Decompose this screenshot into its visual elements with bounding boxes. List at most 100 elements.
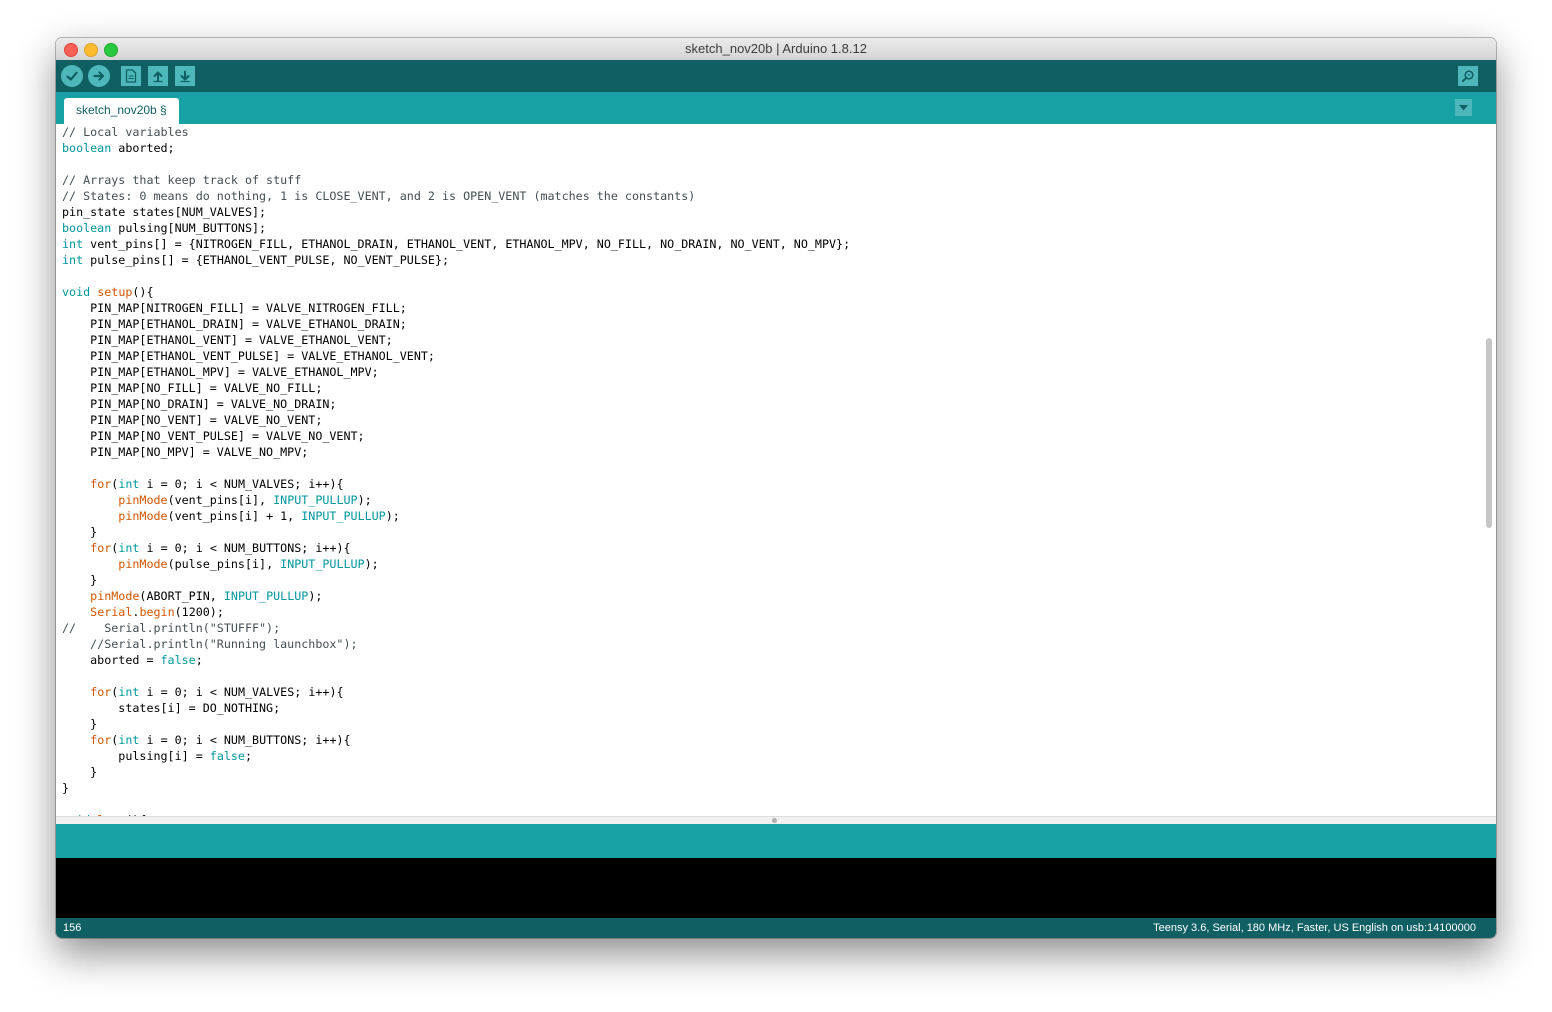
- code-line[interactable]: [62, 460, 850, 476]
- code-token: for: [90, 685, 112, 699]
- code-line[interactable]: boolean pulsing[NUM_BUTTONS];: [62, 220, 850, 236]
- code-line[interactable]: pinMode(pulse_pins[i], INPUT_PULLUP);: [62, 556, 850, 572]
- code-line[interactable]: PIN_MAP[NO_MPV] = VALVE_NO_MPV;: [62, 444, 850, 460]
- code-line[interactable]: pinMode(vent_pins[i] + 1, INPUT_PULLUP);: [62, 508, 850, 524]
- code-line[interactable]: PIN_MAP[ETHANOL_MPV] = VALVE_ETHANOL_MPV…: [62, 364, 850, 380]
- code-line[interactable]: PIN_MAP[NITROGEN_FILL] = VALVE_NITROGEN_…: [62, 300, 850, 316]
- code-editor[interactable]: // Local variables boolean aborted; // Ar…: [56, 124, 1496, 816]
- code-token: pulsing[i] =: [62, 749, 210, 763]
- code-line[interactable]: int pulse_pins[] = {ETHANOL_VENT_PULSE, …: [62, 252, 850, 268]
- serial-monitor-button[interactable]: [1458, 66, 1478, 86]
- code-token: boolean: [62, 141, 112, 155]
- code-line[interactable]: PIN_MAP[ETHANOL_VENT_PULSE] = VALVE_ETHA…: [62, 348, 850, 364]
- code-token: false: [160, 653, 196, 667]
- code-token: PIN_MAP[NO_MPV] = VALVE_NO_MPV;: [62, 445, 309, 459]
- code-line[interactable]: // Arrays that keep track of stuff: [62, 172, 850, 188]
- code-token: );: [385, 509, 400, 523]
- code-line[interactable]: PIN_MAP[NO_VENT] = VALVE_NO_VENT;: [62, 412, 850, 428]
- code-line[interactable]: PIN_MAP[ETHANOL_VENT] = VALVE_ETHANOL_VE…: [62, 332, 850, 348]
- code-token: PIN_MAP[ETHANOL_MPV] = VALVE_ETHANOL_MPV…: [62, 365, 379, 379]
- code-line[interactable]: aborted = false;: [62, 652, 850, 668]
- code-token: for: [90, 477, 112, 491]
- code-line[interactable]: [62, 668, 850, 684]
- code-token: // Arrays that keep track of stuff: [62, 173, 302, 187]
- code-line[interactable]: }: [62, 524, 850, 540]
- line-number: 156: [63, 922, 82, 934]
- code-token: (){: [132, 285, 154, 299]
- code-line[interactable]: PIN_MAP[ETHANOL_DRAIN] = VALVE_ETHANOL_D…: [62, 316, 850, 332]
- code-token: }: [62, 781, 70, 795]
- code-token: ;: [244, 749, 253, 763]
- open-sketch-button[interactable]: [148, 66, 168, 86]
- code-token: i = 0; i < NUM_VALVES; i++){: [139, 685, 344, 699]
- code-line[interactable]: // Serial.println("STUFFF");: [62, 620, 850, 636]
- title-bar: sketch_nov20b | Arduino 1.8.12: [56, 38, 1496, 61]
- code-line[interactable]: //Serial.println("Running launchbox");: [62, 636, 850, 652]
- tab-menu-button[interactable]: [1455, 99, 1472, 116]
- code-token: boolean: [62, 221, 112, 235]
- code-line[interactable]: [62, 796, 850, 812]
- code-token: // Serial.println("STUFFF");: [62, 621, 281, 635]
- code-token: false: [209, 749, 245, 763]
- code-token: INPUT_PULLUP: [301, 509, 386, 523]
- code-token: setup: [97, 285, 133, 299]
- upload-button[interactable]: [88, 65, 110, 87]
- code-token: PIN_MAP[NO_FILL] = VALVE_NO_FILL;: [62, 381, 323, 395]
- code-line[interactable]: pulsing[i] = false;: [62, 748, 850, 764]
- code-token: pulsing[NUM_BUTTONS];: [111, 221, 267, 235]
- code-line[interactable]: }: [62, 780, 850, 796]
- code-line[interactable]: for(int i = 0; i < NUM_VALVES; i++){: [62, 684, 850, 700]
- code-line[interactable]: pin_state states[NUM_VALVES];: [62, 204, 850, 220]
- code-token: pinMode: [118, 493, 168, 507]
- save-sketch-button[interactable]: [175, 66, 195, 86]
- code-line[interactable]: for(int i = 0; i < NUM_VALVES; i++){: [62, 476, 850, 492]
- arrow-up-icon: [153, 71, 163, 83]
- code-line[interactable]: Serial.begin(1200);: [62, 604, 850, 620]
- code-line[interactable]: states[i] = DO_NOTHING;: [62, 700, 850, 716]
- code-line[interactable]: }: [62, 764, 850, 780]
- vertical-scrollbar[interactable]: [1486, 338, 1492, 528]
- verify-button[interactable]: [61, 65, 83, 87]
- code-token: //Serial.println("Running launchbox");: [62, 637, 358, 651]
- tab-bar: sketch_nov20b §: [56, 92, 1496, 124]
- code-token: int: [118, 541, 140, 555]
- code-line[interactable]: [62, 156, 850, 172]
- bottom-status-bar: 156 Teensy 3.6, Serial, 180 MHz, Faster,…: [56, 918, 1496, 938]
- toolbar: [56, 60, 1496, 92]
- code-line[interactable]: int vent_pins[] = {NITROGEN_FILL, ETHANO…: [62, 236, 850, 252]
- code-token: pulse_pins[] = {ETHANOL_VENT_PULSE, NO_V…: [83, 253, 450, 267]
- code-line[interactable]: [62, 268, 850, 284]
- code-line[interactable]: PIN_MAP[NO_DRAIN] = VALVE_NO_DRAIN;: [62, 396, 850, 412]
- code-token: }: [62, 573, 98, 587]
- code-token: }: [62, 765, 98, 779]
- code-line[interactable]: }: [62, 716, 850, 732]
- code-line[interactable]: void setup(){: [62, 284, 850, 300]
- code-line[interactable]: pinMode(vent_pins[i], INPUT_PULLUP);: [62, 492, 850, 508]
- code-line[interactable]: boolean aborted;: [62, 140, 850, 156]
- code-token: PIN_MAP[ETHANOL_VENT_PULSE] = VALVE_ETHA…: [62, 349, 435, 363]
- code-line[interactable]: for(int i = 0; i < NUM_BUTTONS; i++){: [62, 540, 850, 556]
- code-line[interactable]: pinMode(ABORT_PIN, INPUT_PULLUP);: [62, 588, 850, 604]
- code-token: int: [62, 253, 84, 267]
- new-sketch-button[interactable]: [121, 66, 141, 86]
- code-line[interactable]: // Local variables: [62, 124, 850, 140]
- code-token: );: [308, 589, 323, 603]
- code-line[interactable]: for(int i = 0; i < NUM_BUTTONS; i++){: [62, 732, 850, 748]
- code-line[interactable]: PIN_MAP[NO_FILL] = VALVE_NO_FILL;: [62, 380, 850, 396]
- code-text[interactable]: // Local variables boolean aborted; // Ar…: [62, 124, 850, 816]
- splitter-grip-icon[interactable]: [772, 818, 777, 823]
- code-line[interactable]: // States: 0 means do nothing, 1 is CLOS…: [62, 188, 850, 204]
- code-token: PIN_MAP[ETHANOL_VENT] = VALVE_ETHANOL_VE…: [62, 333, 393, 347]
- code-token: aborted =: [62, 653, 161, 667]
- code-token: INPUT_PULLUP: [273, 493, 358, 507]
- code-line[interactable]: }: [62, 572, 850, 588]
- tab-sketch[interactable]: sketch_nov20b §: [64, 98, 179, 124]
- code-line[interactable]: PIN_MAP[NO_VENT_PULSE] = VALVE_NO_VENT;: [62, 428, 850, 444]
